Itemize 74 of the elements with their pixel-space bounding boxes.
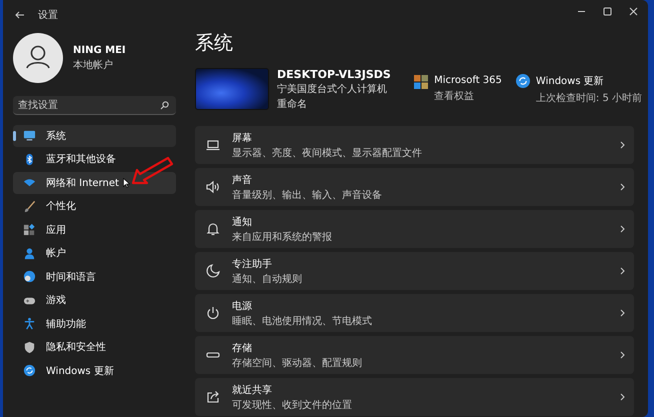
chevron-icon bbox=[620, 309, 625, 317]
window-title: 设置 bbox=[38, 8, 58, 22]
maximize-icon[interactable] bbox=[603, 6, 612, 16]
card-subtitle: 睡眠、电池使用情况、节电模式 bbox=[232, 314, 373, 328]
card-title: 就近共享 bbox=[232, 384, 273, 396]
monitor-icon bbox=[23, 129, 36, 142]
nav-item[interactable]: 时间和语言 bbox=[13, 266, 176, 288]
nav-item[interactable]: Windows 更新 bbox=[13, 360, 176, 382]
card-title: 声音 bbox=[232, 174, 253, 186]
sync-icon bbox=[23, 364, 36, 378]
card-title: 电源 bbox=[232, 300, 253, 312]
nav-item[interactable]: 帐户 bbox=[13, 242, 176, 264]
settings-card[interactable]: 就近共享 可发现性、收到文件的位置 bbox=[195, 378, 634, 416]
quick-link-subtitle: 查看权益 bbox=[434, 90, 476, 103]
settings-card[interactable]: 存储 存储空间、驱动器、配置规则 bbox=[195, 336, 634, 374]
settings-card[interactable]: 声音 音量级别、输出、输入、声音设备 bbox=[195, 168, 634, 206]
settings-card[interactable]: 电源 睡眠、电池使用情况、节电模式 bbox=[195, 294, 634, 332]
nav-item[interactable]: 游戏 bbox=[13, 290, 176, 311]
card-subtitle: 显示器、亮度、夜间模式、显示器配置文件 bbox=[232, 146, 423, 160]
shield-icon bbox=[23, 340, 36, 354]
search-field[interactable]: 查找设置 bbox=[13, 96, 176, 115]
accessibility-icon bbox=[23, 317, 36, 330]
moon-icon bbox=[206, 264, 220, 278]
settings-card[interactable]: 屏幕 显示器、亮度、夜间模式、显示器配置文件 bbox=[195, 126, 634, 164]
account-name: NING MEI bbox=[73, 44, 126, 56]
office-icon[interactable] bbox=[414, 75, 428, 89]
rename-link[interactable]: 重命名 bbox=[277, 96, 391, 110]
cursor-icon bbox=[123, 178, 130, 188]
nav-item[interactable]: 系统 bbox=[13, 125, 176, 146]
share-icon bbox=[206, 390, 220, 404]
search-icon[interactable] bbox=[160, 101, 169, 110]
card-subtitle: 通知、自动规则 bbox=[232, 272, 303, 286]
chevron-icon bbox=[620, 267, 625, 275]
card-subtitle: 存储空间、驱动器、配置规则 bbox=[232, 356, 363, 370]
settings-card[interactable]: 通知 来自应用和系统的警报 bbox=[195, 210, 634, 248]
chevron-icon bbox=[620, 351, 625, 359]
close-icon[interactable] bbox=[629, 6, 638, 16]
sync-icon[interactable] bbox=[516, 74, 530, 88]
card-title: 专注助手 bbox=[232, 258, 273, 270]
nav-item[interactable]: 辅助功能 bbox=[13, 313, 176, 334]
card-title: 通知 bbox=[232, 216, 253, 228]
quick-link-subtitle: 上次检查时间: 5 小时前 bbox=[536, 92, 642, 104]
device-model: 宁美国度台式个人计算机 bbox=[277, 82, 388, 96]
device-name: DESKTOP-VL3JSDS bbox=[277, 68, 391, 80]
card-subtitle: 来自应用和系统的警报 bbox=[232, 230, 333, 244]
bell-icon bbox=[206, 222, 220, 236]
nav-item[interactable]: 隐私和安全性 bbox=[13, 336, 176, 358]
quick-link-title[interactable]: Windows 更新 bbox=[536, 74, 642, 88]
brush-icon bbox=[23, 200, 36, 213]
chevron-icon bbox=[620, 393, 625, 401]
quick-link-title[interactable]: Microsoft 365 bbox=[434, 75, 502, 86]
apps-icon bbox=[23, 223, 36, 236]
chevron-icon bbox=[620, 141, 625, 149]
power-icon bbox=[206, 306, 220, 320]
card-title: 存储 bbox=[232, 342, 253, 354]
selection-indicator bbox=[13, 131, 16, 141]
chevron-icon bbox=[620, 183, 625, 191]
card-subtitle: 可发现性、收到文件的位置 bbox=[232, 398, 353, 412]
page-title: 系统 bbox=[195, 31, 234, 56]
back-arrow-icon[interactable] bbox=[15, 11, 25, 19]
arrow-drawing bbox=[131, 156, 175, 186]
settings-card[interactable]: 专注助手 通知、自动规则 bbox=[195, 252, 634, 290]
person-icon bbox=[23, 246, 36, 260]
nav-item[interactable]: 个性化 bbox=[13, 196, 176, 217]
speaker-icon bbox=[206, 180, 220, 194]
laptop-icon bbox=[206, 138, 220, 152]
card-title: 屏幕 bbox=[232, 132, 253, 144]
avatar-icon bbox=[13, 33, 63, 83]
chevron-icon bbox=[620, 225, 625, 233]
account-type: 本地帐户 bbox=[73, 58, 114, 72]
nav-item[interactable]: 蓝牙和其他设备 bbox=[13, 148, 176, 170]
card-subtitle: 音量级别、输出、输入、声音设备 bbox=[232, 188, 383, 202]
nav-item[interactable]: 网络和 Internet bbox=[13, 172, 176, 194]
nav-item[interactable]: 应用 bbox=[13, 219, 176, 240]
